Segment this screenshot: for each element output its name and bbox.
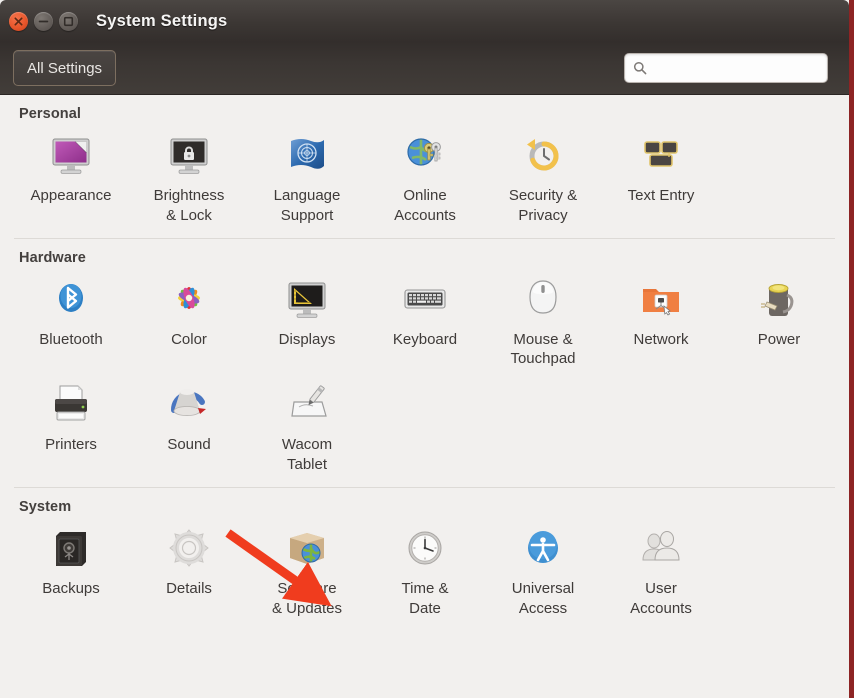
appearance-icon	[45, 130, 97, 182]
settings-item-label: User Accounts	[602, 579, 720, 619]
titlebar: System Settings	[0, 0, 849, 42]
system-settings-window: System Settings All Settings Personal	[0, 0, 854, 698]
time-date-icon	[399, 523, 451, 575]
search-input[interactable]	[647, 53, 819, 83]
settings-item-label: Displays	[248, 330, 366, 350]
settings-item-label: Keyboard	[366, 330, 484, 350]
software-updates-icon	[281, 523, 333, 575]
page-title: System Settings	[96, 12, 227, 31]
keyboard-icon	[399, 274, 451, 326]
settings-content: Personal	[0, 95, 849, 698]
close-icon[interactable]	[9, 12, 28, 31]
settings-item-backups[interactable]: Backups	[12, 517, 130, 623]
language-support-icon	[281, 130, 333, 182]
toolbar: All Settings	[0, 42, 849, 95]
printers-icon	[45, 379, 97, 431]
security-privacy-icon	[517, 130, 569, 182]
settings-item-label: Brightness & Lock	[130, 186, 248, 226]
settings-item-time-date[interactable]: Time & Date	[366, 517, 484, 623]
settings-item-text-entry[interactable]: Text Entry	[602, 124, 720, 230]
grid-system: Backups	[10, 517, 839, 623]
section-title-hardware: Hardware	[10, 239, 839, 268]
color-icon	[163, 274, 215, 326]
network-icon	[635, 274, 687, 326]
settings-item-security-privacy[interactable]: Security & Privacy	[484, 124, 602, 230]
settings-item-keyboard[interactable]: Keyboard	[366, 268, 484, 374]
settings-item-printers[interactable]: Printers	[12, 373, 130, 479]
backups-icon	[45, 523, 97, 575]
settings-item-label: Network	[602, 330, 720, 350]
grid-personal: Appearance Brightn	[10, 124, 839, 230]
settings-item-label: Language Support	[248, 186, 366, 226]
settings-item-mouse-touchpad[interactable]: Mouse & Touchpad	[484, 268, 602, 374]
settings-item-label: Mouse & Touchpad	[484, 330, 602, 370]
brightness-lock-icon	[163, 130, 215, 182]
settings-item-label: Time & Date	[366, 579, 484, 619]
section-system: System Backups	[10, 488, 839, 623]
search-icon	[633, 61, 647, 75]
settings-item-universal-access[interactable]: Universal Access	[484, 517, 602, 623]
details-icon	[163, 523, 215, 575]
settings-item-details[interactable]: Details	[130, 517, 248, 623]
section-title-system: System	[10, 488, 839, 517]
maximize-icon[interactable]	[59, 12, 78, 31]
section-hardware: Hardware Bluetooth	[10, 239, 839, 488]
settings-item-label: Online Accounts	[366, 186, 484, 226]
mouse-touchpad-icon	[517, 274, 569, 326]
online-accounts-icon	[399, 130, 451, 182]
settings-item-network[interactable]: Network	[602, 268, 720, 374]
settings-item-label: Power	[720, 330, 838, 350]
settings-item-label: Appearance	[12, 186, 130, 206]
settings-item-label: Color	[130, 330, 248, 350]
text-entry-icon	[635, 130, 687, 182]
settings-item-label: Details	[130, 579, 248, 599]
settings-item-label: Security & Privacy	[484, 186, 602, 226]
wacom-tablet-icon	[281, 379, 333, 431]
settings-item-bluetooth[interactable]: Bluetooth	[12, 268, 130, 374]
sound-icon	[163, 379, 215, 431]
section-personal: Personal	[10, 95, 839, 239]
universal-access-icon	[517, 523, 569, 575]
bluetooth-icon	[45, 274, 97, 326]
search-field[interactable]	[624, 53, 828, 83]
settings-item-label: Printers	[12, 435, 130, 455]
settings-item-sound[interactable]: Sound	[130, 373, 248, 479]
all-settings-button[interactable]: All Settings	[13, 50, 116, 86]
settings-item-label: Backups	[12, 579, 130, 599]
settings-item-label: Universal Access	[484, 579, 602, 619]
settings-item-label: Text Entry	[602, 186, 720, 206]
settings-item-displays[interactable]: Displays	[248, 268, 366, 374]
settings-item-label: Software & Updates	[248, 579, 366, 619]
displays-icon	[281, 274, 333, 326]
settings-item-label: Bluetooth	[12, 330, 130, 350]
settings-item-software-updates[interactable]: Software & Updates	[248, 517, 366, 623]
grid-hardware: Bluetooth	[10, 268, 839, 479]
settings-item-color[interactable]: Color	[130, 268, 248, 374]
all-settings-label: All Settings	[27, 60, 102, 77]
settings-item-user-accounts[interactable]: User Accounts	[602, 517, 720, 623]
section-title-personal: Personal	[10, 95, 839, 124]
minimize-icon[interactable]	[34, 12, 53, 31]
power-icon	[753, 274, 805, 326]
settings-item-brightness-lock[interactable]: Brightness & Lock	[130, 124, 248, 230]
settings-item-label: Sound	[130, 435, 248, 455]
settings-item-wacom-tablet[interactable]: Wacom Tablet	[248, 373, 366, 479]
settings-item-power[interactable]: Power	[720, 268, 838, 374]
user-accounts-icon	[635, 523, 687, 575]
settings-item-language-support[interactable]: Language Support	[248, 124, 366, 230]
settings-item-label: Wacom Tablet	[248, 435, 366, 475]
settings-item-appearance[interactable]: Appearance	[12, 124, 130, 230]
settings-item-online-accounts[interactable]: Online Accounts	[366, 124, 484, 230]
